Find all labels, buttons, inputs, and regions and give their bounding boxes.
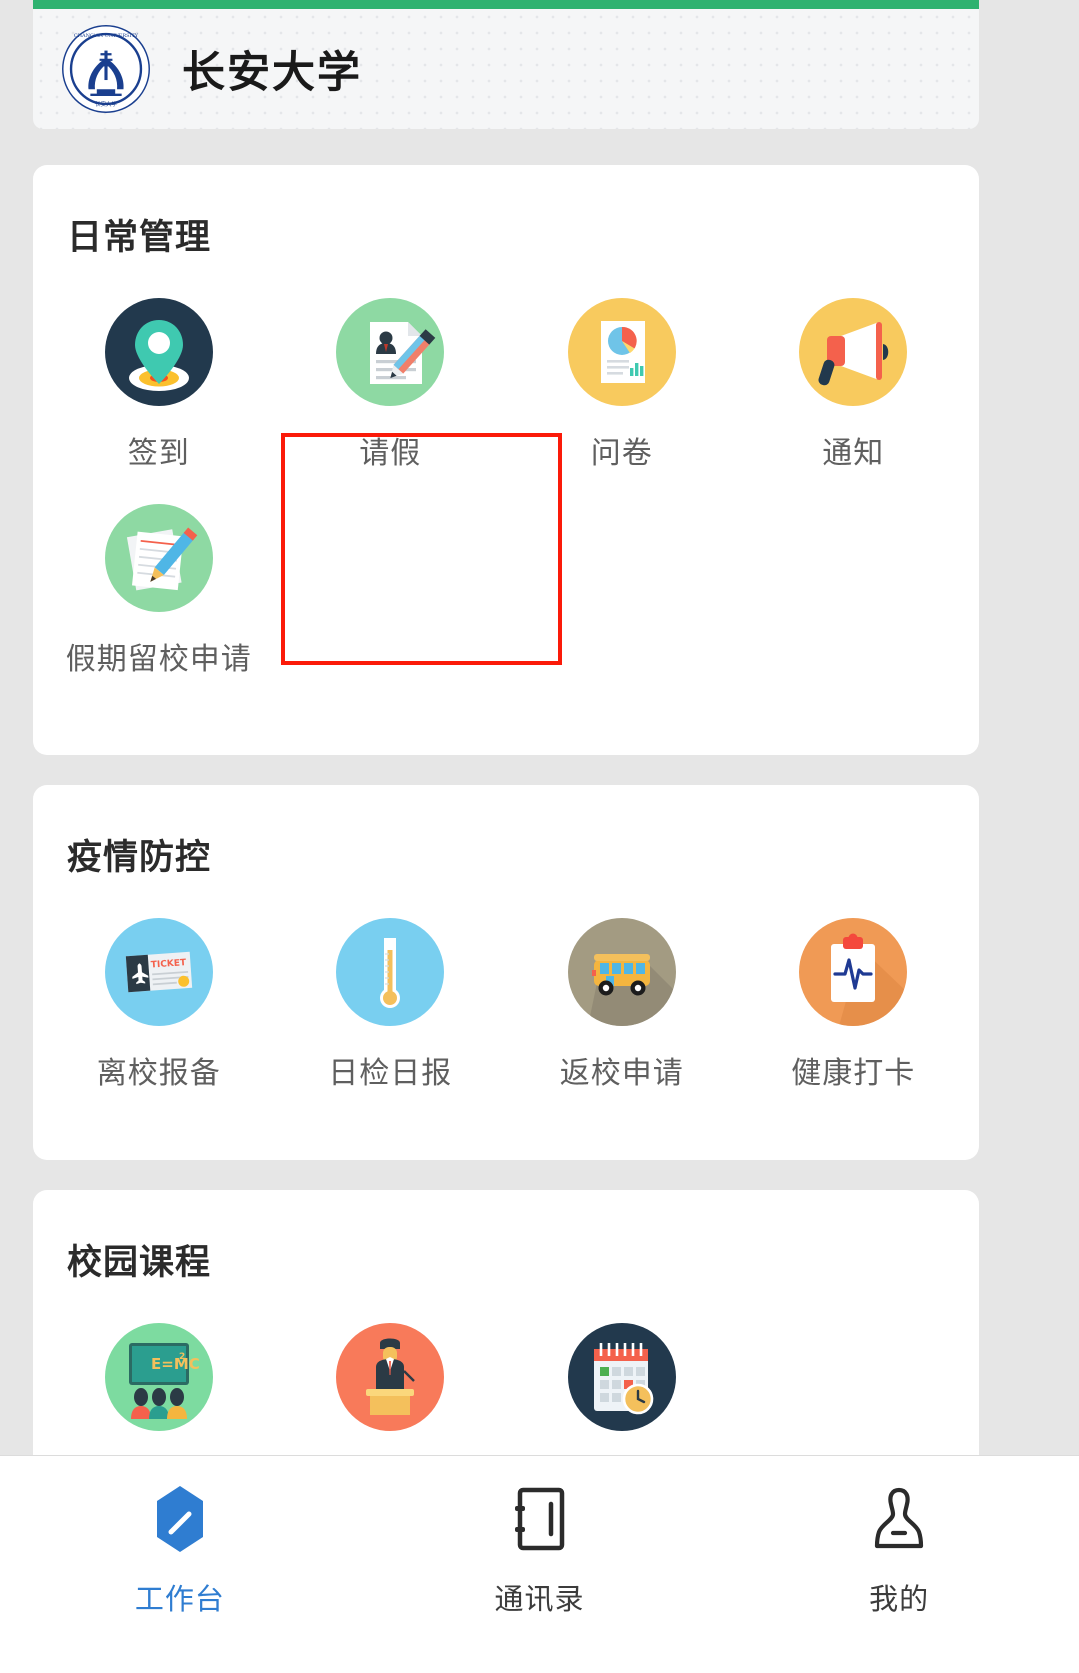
- nav-tab-contacts[interactable]: 通讯录: [360, 1482, 720, 1618]
- university-logo-icon: CHANG'AN UNIVERSITY 长安大学: [60, 23, 152, 115]
- app-item-label: 日检日报: [328, 1057, 453, 1090]
- notes-pencil-icon: [104, 504, 213, 612]
- app-item-label: 请假: [359, 437, 422, 470]
- app-item-checkin[interactable]: 签到: [43, 286, 275, 492]
- school-bus-icon: [567, 918, 676, 1026]
- app-item-stay-application[interactable]: 假期留校申请: [43, 492, 275, 698]
- location-pin-icon: [104, 298, 213, 406]
- app-item-daily-report[interactable]: 日检日报: [275, 906, 507, 1112]
- app-item-label: 离校报备: [96, 1057, 221, 1090]
- section-campus-courses: 校园课程 E=MC 2: [33, 1190, 979, 1455]
- contacts-icon: [503, 1482, 577, 1556]
- bottom-navigation: 工作台 通讯录 我的: [0, 1455, 1079, 1673]
- user-profile-icon: [862, 1482, 936, 1556]
- lecturer-podium-icon: [336, 1323, 445, 1431]
- section-title: 疫情防控: [67, 838, 212, 877]
- nav-tab-label: 我的: [869, 1584, 930, 1616]
- app-item-notice[interactable]: 通知: [738, 286, 970, 492]
- nav-tab-profile[interactable]: 我的: [719, 1482, 1079, 1618]
- app-item-return-campus[interactable]: 返校申请: [506, 906, 738, 1112]
- app-item-course-schedule[interactable]: [506, 1311, 738, 1455]
- app-item-leave[interactable]: 请假: [275, 286, 507, 492]
- section-epidemic-control: 疫情防控 TICKET 离校报备 日检日报 返校申请 健康打卡: [33, 785, 979, 1160]
- blackboard-class-icon: E=MC 2: [104, 1323, 213, 1431]
- section-title: 校园课程: [67, 1243, 212, 1282]
- app-item-leave-campus-report[interactable]: TICKET 离校报备: [43, 906, 275, 1112]
- app-item-label: 假期留校申请: [65, 643, 252, 676]
- svg-text:CHANG'AN UNIVERSITY: CHANG'AN UNIVERSITY: [74, 33, 139, 39]
- megaphone-icon: [799, 298, 908, 406]
- section-title: 日常管理: [67, 218, 212, 257]
- svg-text:2: 2: [179, 1352, 185, 1362]
- nav-tab-label: 通讯录: [494, 1584, 585, 1616]
- health-clipboard-icon: [799, 918, 908, 1026]
- plane-ticket-icon: TICKET: [104, 918, 213, 1026]
- app-item-label: 通知: [822, 437, 885, 470]
- app-item-survey[interactable]: 问卷: [506, 286, 738, 492]
- app-page: CHANG'AN UNIVERSITY 长安大学 长安大学 日常管理 签到 请假…: [0, 0, 1079, 1673]
- survey-chart-icon: [567, 298, 676, 406]
- app-item-label: 签到: [127, 437, 190, 470]
- app-item-course-lecture[interactable]: [275, 1311, 507, 1455]
- calendar-clock-icon: [567, 1323, 676, 1431]
- app-grid: 签到 请假 问卷 通知 假期留校申请: [33, 286, 979, 698]
- university-header: CHANG'AN UNIVERSITY 长安大学 长安大学: [33, 9, 979, 129]
- app-item-label: 返校申请: [559, 1057, 684, 1090]
- svg-text:E=MC: E=MC: [151, 1355, 200, 1373]
- app-item-course-class[interactable]: E=MC 2: [43, 1311, 275, 1455]
- svg-text:长安大学: 长安大学: [95, 100, 118, 108]
- nav-tab-workbench[interactable]: 工作台: [0, 1482, 360, 1618]
- leave-document-icon: [336, 298, 445, 406]
- workbench-icon: [143, 1482, 217, 1556]
- app-item-label: 健康打卡: [791, 1057, 916, 1090]
- section-daily-management: 日常管理 签到 请假 问卷 通知 假期留校申请: [33, 165, 979, 755]
- app-item-label: 问卷: [590, 437, 653, 470]
- nav-tab-label: 工作台: [134, 1584, 225, 1616]
- page-title: 长安大学: [182, 49, 362, 97]
- app-grid: TICKET 离校报备 日检日报 返校申请 健康打卡: [33, 906, 979, 1112]
- app-grid: E=MC 2: [33, 1311, 979, 1455]
- app-item-health-checkin[interactable]: 健康打卡: [738, 906, 970, 1112]
- thermometer-icon: [336, 918, 445, 1026]
- scroll-area[interactable]: CHANG'AN UNIVERSITY 长安大学 长安大学 日常管理 签到 请假…: [0, 0, 1079, 1455]
